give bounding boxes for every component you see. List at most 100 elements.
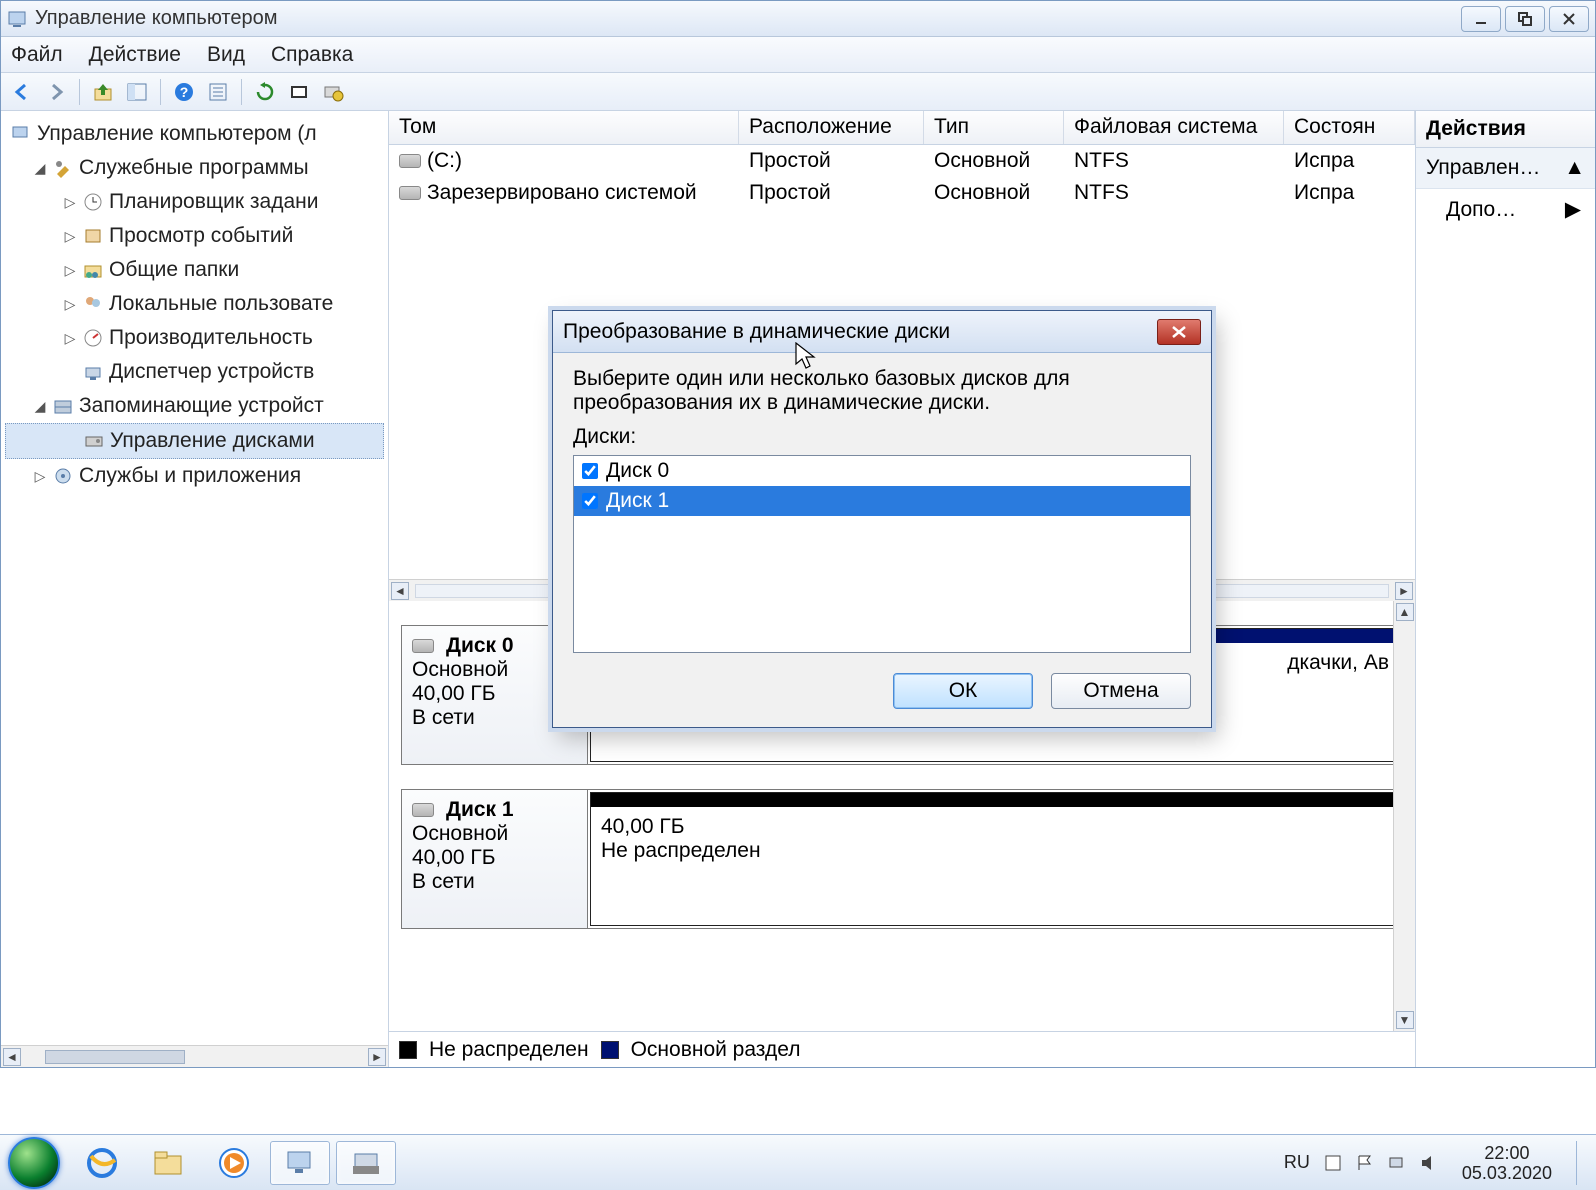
scroll-thumb[interactable] (45, 1050, 185, 1064)
rescan-disks-button[interactable] (284, 77, 314, 107)
tray-flag-icon[interactable] (1356, 1154, 1374, 1172)
disk-settings-button[interactable] (318, 77, 348, 107)
taskbar-media-player[interactable] (204, 1141, 264, 1185)
col-status[interactable]: Состоян (1284, 111, 1415, 144)
disk-checkbox[interactable] (582, 463, 598, 479)
scroll-left-icon[interactable]: ◄ (3, 1048, 21, 1066)
computer-icon (11, 124, 31, 144)
disk-checkbox[interactable] (582, 493, 598, 509)
action-disk-management[interactable]: Управлен… ▲ (1416, 148, 1595, 189)
ok-button[interactable]: ОК (893, 673, 1033, 709)
col-filesystem[interactable]: Файловая система (1064, 111, 1284, 144)
tray-volume-icon[interactable] (1420, 1154, 1438, 1172)
menu-view[interactable]: Вид (207, 43, 245, 67)
start-button[interactable] (8, 1137, 60, 1189)
options-button[interactable] (203, 77, 233, 107)
menu-file[interactable]: Файл (11, 43, 63, 67)
tree-label: Общие папки (109, 253, 239, 287)
tree-storage[interactable]: ◢Запоминающие устройст (5, 389, 384, 423)
col-volume[interactable]: Том (389, 111, 739, 144)
disk-icon (412, 639, 434, 653)
close-button[interactable] (1549, 6, 1589, 32)
nav-back-button[interactable] (7, 77, 37, 107)
help-button[interactable]: ? (169, 77, 199, 107)
col-type[interactable]: Тип (924, 111, 1064, 144)
volume-row[interactable]: Зарезервировано системой Простой Основно… (389, 177, 1415, 209)
tray-updates-icon[interactable] (1324, 1154, 1342, 1172)
app-icon (7, 9, 27, 29)
partition[interactable]: 40,00 ГБ Не распределен (590, 792, 1400, 926)
up-level-button[interactable] (88, 77, 118, 107)
expand-icon[interactable]: ▷ (63, 253, 77, 287)
tree-performance[interactable]: ▷Производительность (5, 321, 384, 355)
expand-icon[interactable]: ▷ (63, 287, 77, 321)
scroll-right-icon[interactable]: ► (1395, 582, 1413, 600)
disk-icon (84, 431, 104, 451)
dialog-close-button[interactable] (1157, 319, 1201, 345)
clock-date: 05.03.2020 (1462, 1163, 1552, 1183)
nav-forward-button[interactable] (41, 77, 71, 107)
tree-device-manager[interactable]: Диспетчер устройств (5, 355, 384, 389)
tray-network-icon[interactable] (1388, 1154, 1406, 1172)
volume-list-header: Том Расположение Тип Файловая система Со… (389, 111, 1415, 145)
partition-text: Не распределен (601, 839, 1389, 863)
cell: Испра (1284, 181, 1415, 205)
tree-task-scheduler[interactable]: ▷ Планировщик задани (5, 185, 384, 219)
close-icon (1171, 325, 1187, 339)
tree-local-users[interactable]: ▷Локальные пользовате (5, 287, 384, 321)
tree-disk-management[interactable]: Управление дисками (5, 423, 384, 459)
disk-option[interactable]: Диск 0 (574, 456, 1190, 486)
scroll-right-icon[interactable]: ► (368, 1048, 386, 1066)
tree-system-tools[interactable]: ◢Служебные программы (5, 151, 384, 185)
titlebar[interactable]: Управление компьютером (1, 1, 1595, 37)
show-desktop-button[interactable] (1576, 1141, 1588, 1185)
maximize-button[interactable] (1505, 6, 1545, 32)
expand-icon[interactable]: ▷ (33, 459, 47, 493)
tree-label: Диспетчер устройств (109, 355, 314, 389)
tree-event-viewer[interactable]: ▷Просмотр событий (5, 219, 384, 253)
expand-icon[interactable]: ▷ (63, 185, 77, 219)
disk-card[interactable]: Диск 1 Основной 40,00 ГБ В сети 40,00 ГБ… (401, 789, 1403, 929)
dialog-titlebar[interactable]: Преобразование в динамические диски (553, 311, 1211, 353)
expand-icon[interactable]: ▷ (63, 219, 77, 253)
tree-shared-folders[interactable]: ▷ Общие папки (5, 253, 384, 287)
performance-icon (83, 328, 103, 348)
cell: NTFS (1064, 149, 1284, 173)
taskbar-computer-management[interactable] (270, 1141, 330, 1185)
volume-icon (399, 186, 421, 200)
tree-h-scrollbar[interactable]: ◄ ► (1, 1045, 388, 1067)
language-indicator[interactable]: RU (1284, 1152, 1310, 1173)
cancel-button[interactable]: Отмена (1051, 673, 1191, 709)
taskbar-explorer[interactable] (138, 1141, 198, 1185)
minimize-button[interactable] (1461, 6, 1501, 32)
dialog-listbox[interactable]: Диск 0 Диск 1 (573, 455, 1191, 653)
disk-size: 40,00 ГБ (412, 846, 577, 870)
action-more[interactable]: Допо… ▶ (1416, 189, 1595, 230)
taskbar-ie[interactable] (72, 1141, 132, 1185)
menu-action[interactable]: Действие (89, 43, 181, 67)
cell: Основной (924, 149, 1064, 173)
scroll-up-icon[interactable]: ▲ (1396, 603, 1414, 621)
show-hide-tree-button[interactable] (122, 77, 152, 107)
tree-label: Планировщик задани (109, 185, 318, 219)
tray-clock[interactable]: 22:00 05.03.2020 (1462, 1143, 1552, 1183)
collapse-icon[interactable]: ◢ (33, 151, 47, 185)
tree-services-apps[interactable]: ▷ Службы и приложения (5, 459, 384, 493)
expand-icon[interactable]: ▷ (63, 321, 77, 355)
taskbar-app[interactable] (336, 1141, 396, 1185)
collapse-icon[interactable]: ◢ (33, 389, 47, 423)
cell: Простой (739, 149, 924, 173)
scroll-down-icon[interactable]: ▼ (1396, 1011, 1414, 1029)
col-layout[interactable]: Расположение (739, 111, 924, 144)
partition-bar (591, 793, 1399, 807)
disk-v-scrollbar[interactable]: ▲ ▼ (1393, 601, 1415, 1031)
legend-swatch-primary (601, 1041, 619, 1059)
action-label: Допо… (1446, 198, 1516, 222)
volume-row[interactable]: (C:) Простой Основной NTFS Испра (389, 145, 1415, 177)
disk-option[interactable]: Диск 1 (574, 486, 1190, 516)
refresh-button[interactable] (250, 77, 280, 107)
tree-root[interactable]: Управление компьютером (л (5, 117, 384, 151)
tree-label: Службы и приложения (79, 459, 301, 493)
menu-help[interactable]: Справка (271, 43, 353, 67)
scroll-left-icon[interactable]: ◄ (391, 582, 409, 600)
